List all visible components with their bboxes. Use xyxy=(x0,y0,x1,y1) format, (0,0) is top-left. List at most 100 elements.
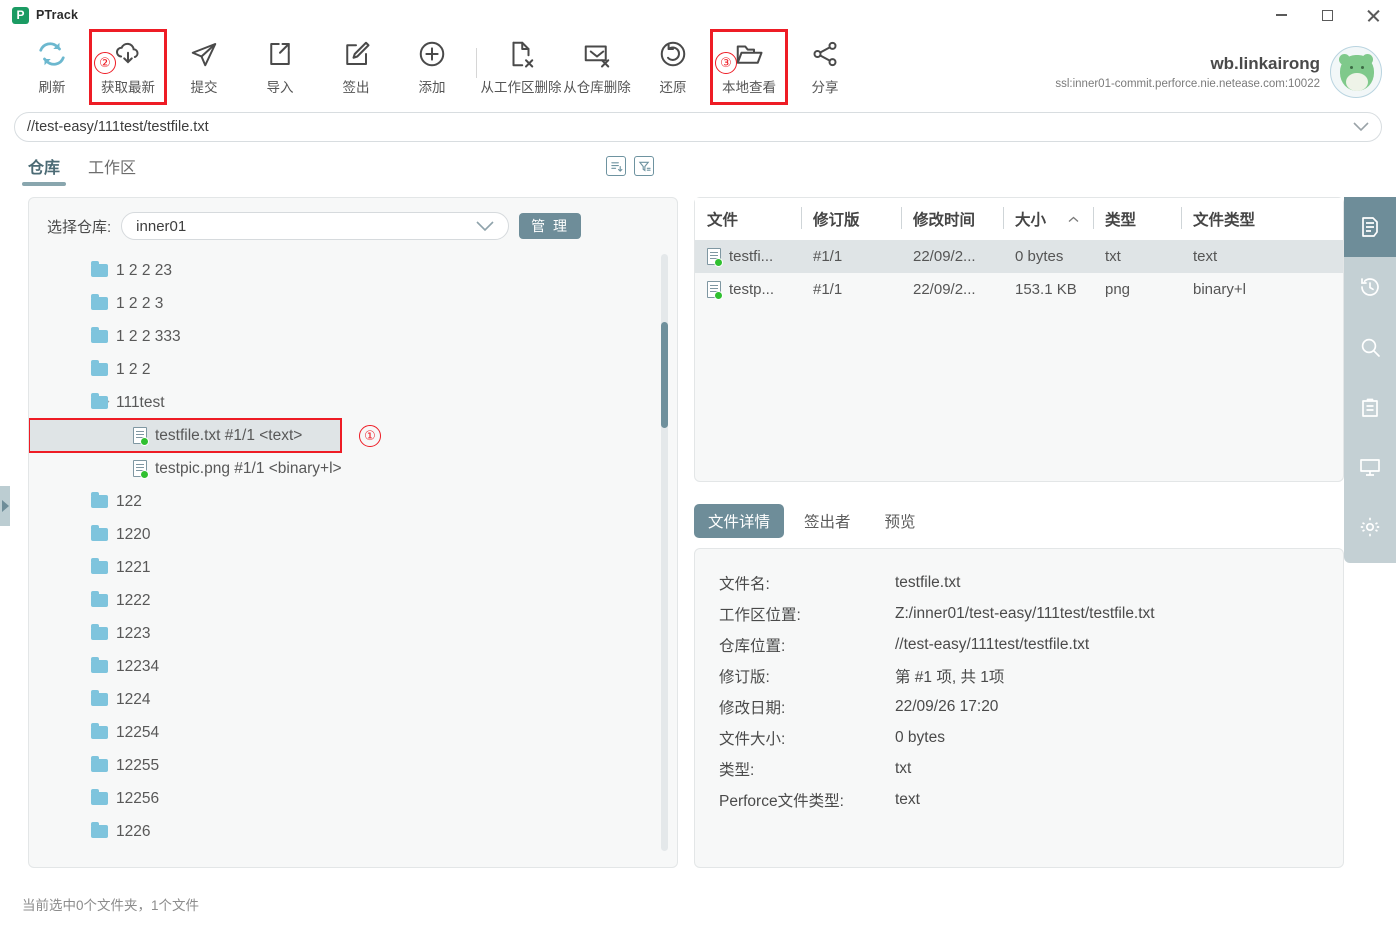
path-value: //test-easy/111test/testfile.txt xyxy=(27,119,209,135)
tab-preview[interactable]: 预览 xyxy=(871,504,930,538)
column-header[interactable]: 大小 xyxy=(1003,207,1093,231)
close-icon xyxy=(1367,9,1380,22)
column-header[interactable]: 修订版 xyxy=(801,207,901,231)
folder-icon xyxy=(91,261,108,277)
archive-delete-icon xyxy=(582,38,612,70)
tree-folder-item[interactable]: 1 2 2 3 xyxy=(29,287,677,320)
tree-folder-item[interactable]: 1220 xyxy=(29,518,677,551)
detail-key: 类型: xyxy=(719,761,755,779)
rail-item-clipboard[interactable] xyxy=(1344,377,1396,437)
import-icon xyxy=(265,38,295,70)
column-header[interactable]: 修改时间 xyxy=(901,207,1003,231)
toolbar-button-submit[interactable]: 提交 xyxy=(166,30,242,104)
cell-text: 0 bytes xyxy=(1015,248,1064,265)
tree-folder-item[interactable]: 111test xyxy=(29,386,677,419)
tree-folder-item[interactable]: 122 xyxy=(29,485,677,518)
tree-file-item[interactable]: testpic.png #1/1 <binary+l> xyxy=(29,452,677,485)
toolbar-button-revert[interactable]: 还原 xyxy=(635,30,711,104)
toolbar-label: 添加 xyxy=(418,80,446,95)
repository-tree[interactable]: 1 2 2 23 1 2 2 3 1 2 2 333 1 2 2 111test test… xyxy=(29,250,677,861)
tree-folder-item[interactable]: 1 2 2 xyxy=(29,353,677,386)
main-tabs: 仓库 工作区 xyxy=(14,152,1382,192)
cell-text: testfi... xyxy=(729,248,774,265)
detail-value: txt xyxy=(895,759,912,777)
user-info[interactable]: wb.linkairong ssl:inner01-commit.perforc… xyxy=(1055,30,1396,98)
detail-key: 仓库位置: xyxy=(719,637,786,655)
app-title: PTrack xyxy=(36,8,79,22)
tab-checked-out-by[interactable]: 签出者 xyxy=(790,504,865,538)
toolbar-button-refresh[interactable]: 刷新 xyxy=(14,30,90,104)
file-list-panel: 文件 修订版 修改时间 大小 类型 文件类型 testfi... #1/1 22/09/2..… xyxy=(694,197,1344,482)
avatar[interactable] xyxy=(1330,46,1382,98)
toolbar-button-import[interactable]: 导入 xyxy=(242,30,318,104)
cell-text: txt xyxy=(1105,248,1121,265)
toolbar-button-delete-workspace[interactable]: 从工作区删除 xyxy=(481,30,562,104)
sidebar-collapse-handle[interactable] xyxy=(0,486,10,526)
tab-workspace[interactable]: 工作区 xyxy=(74,152,150,186)
file-icon xyxy=(133,460,149,479)
rail-item-monitor[interactable] xyxy=(1344,437,1396,497)
tree-file-item[interactable]: testfile.txt #1/1 <text> ① xyxy=(29,418,381,453)
list-detail-icon[interactable] xyxy=(606,156,626,176)
rail-item-settings[interactable] xyxy=(1344,497,1396,557)
tree-scrollbar[interactable] xyxy=(661,254,668,851)
table-cell: png xyxy=(1093,281,1181,298)
minimize-button[interactable] xyxy=(1258,0,1304,30)
path-bar[interactable]: //test-easy/111test/testfile.txt xyxy=(14,112,1382,142)
app-window: P PTrack 刷新 ② 获取最新 提交 导入 签出 添加 从工作区删除 从仓… xyxy=(0,0,1396,929)
toolbar-button-share[interactable]: 分享 xyxy=(787,30,863,104)
detail-row: 工作区位置: Z:/inner01/test-easy/111test/testf… xyxy=(719,598,1343,629)
toolbar-button-delete-repo[interactable]: 从仓库删除 xyxy=(559,30,635,104)
tree-item-label: 1 2 2 23 xyxy=(116,261,173,279)
avatar-belly xyxy=(1346,73,1368,91)
folder-open-icon xyxy=(734,38,764,70)
tree-folder-item[interactable]: 1 2 2 23 xyxy=(29,254,677,287)
chevron-down-icon[interactable] xyxy=(1353,122,1369,132)
column-header[interactable]: 文件 xyxy=(695,207,801,231)
table-cell: #1/1 xyxy=(801,281,901,298)
tree-folder-item[interactable]: 12256 xyxy=(29,782,677,815)
tab-file-details[interactable]: 文件详情 xyxy=(694,504,785,538)
rail-item-document[interactable] xyxy=(1344,197,1396,257)
tree-folder-item[interactable]: 1221 xyxy=(29,551,677,584)
rail-item-search[interactable] xyxy=(1344,317,1396,377)
tree-folder-item[interactable]: 1 2 2 333 xyxy=(29,320,677,353)
table-row[interactable]: testfi... #1/1 22/09/2... 0 bytes txt text xyxy=(695,240,1343,273)
toolbar-button-checkout[interactable]: 签出 xyxy=(318,30,394,104)
close-button[interactable] xyxy=(1350,0,1396,30)
tree-item-label: 12254 xyxy=(116,723,160,741)
column-header-label: 大小 xyxy=(1015,212,1047,229)
tree-item-label: testpic.png #1/1 <binary+l> xyxy=(155,459,342,477)
tree-folder-item[interactable]: 12255 xyxy=(29,749,677,782)
detail-key: 文件名: xyxy=(719,575,770,593)
folder-icon xyxy=(91,591,108,607)
cell-text: text xyxy=(1193,248,1218,265)
manage-button[interactable]: 管 理 xyxy=(519,213,582,239)
detail-value: //test-easy/111test/testfile.txt xyxy=(895,635,1090,653)
column-header[interactable]: 文件类型 xyxy=(1181,207,1321,231)
toolbar-button-local-view[interactable]: ③ 本地查看 xyxy=(710,29,788,105)
detail-row: Perforce文件类型: text xyxy=(719,784,1343,815)
repository-select[interactable]: inner01 xyxy=(121,212,510,240)
tree-folder-item[interactable]: 1222 xyxy=(29,584,677,617)
filter-icon[interactable] xyxy=(634,156,654,176)
rail-item-history[interactable] xyxy=(1344,257,1396,317)
tree-folder-item[interactable]: 12234 xyxy=(29,650,677,683)
tree-folder-item[interactable]: 1223 xyxy=(29,617,677,650)
tab-repository[interactable]: 仓库 xyxy=(14,152,74,186)
tree-folder-item[interactable]: 1224 xyxy=(29,683,677,716)
toolbar-button-get-latest[interactable]: ② 获取最新 xyxy=(89,29,167,105)
maximize-button[interactable] xyxy=(1304,0,1350,30)
tree-folder-item[interactable]: 1226 xyxy=(29,815,677,848)
folder-icon xyxy=(91,525,108,541)
tree-folder-item[interactable]: 12254 xyxy=(29,716,677,749)
annotation-badge-1: ① xyxy=(359,424,381,447)
cloud-download-icon xyxy=(113,38,143,70)
column-header[interactable]: 类型 xyxy=(1093,207,1181,231)
folder-icon xyxy=(91,558,108,574)
tree-scrollbar-thumb[interactable] xyxy=(661,322,668,428)
toolbar-label: 分享 xyxy=(811,80,839,95)
toolbar-button-add[interactable]: 添加 xyxy=(394,30,470,104)
table-row[interactable]: testp... #1/1 22/09/2... 153.1 KB png binary+… xyxy=(695,273,1343,306)
detail-value: Z:/inner01/test-easy/111test/testfile.tx… xyxy=(895,604,1155,622)
